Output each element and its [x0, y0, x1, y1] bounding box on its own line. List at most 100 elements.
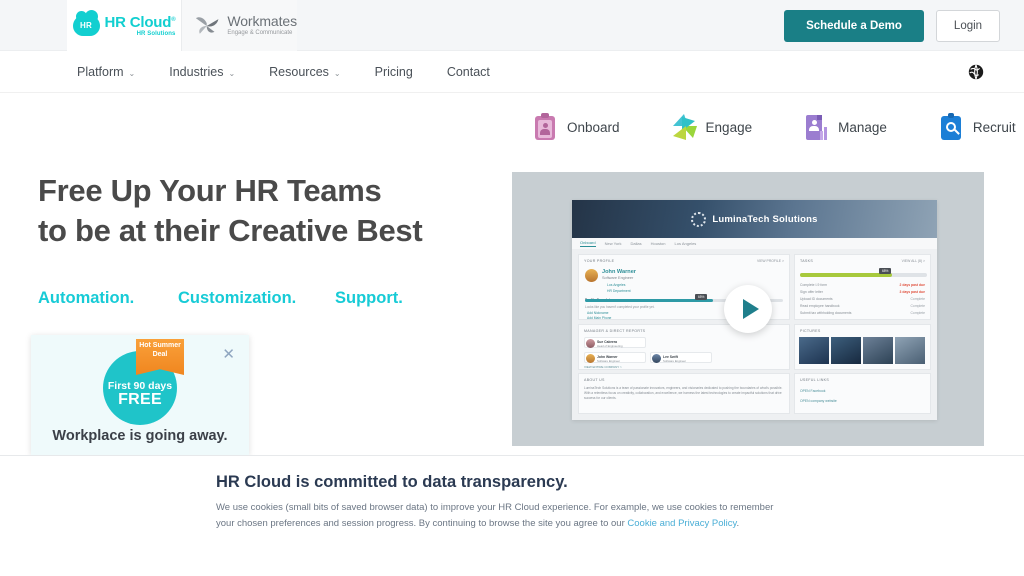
task-label: Complete I-9 form	[800, 283, 828, 287]
profile-department: HR Department	[607, 289, 631, 293]
feature-label-manage: Manage	[838, 119, 887, 135]
hero-tagline-list: Automation. Customization. Support.	[38, 289, 403, 308]
nav-label-resources: Resources	[269, 65, 329, 79]
workmates-logo[interactable]: Workmates Engage & Communicate	[182, 0, 297, 51]
picture-thumbnail[interactable]	[799, 337, 829, 364]
chevron-down-icon: ⌄	[333, 68, 341, 78]
hero-tag-support[interactable]: Support.	[335, 289, 403, 308]
feature-engage[interactable]: Engage	[671, 113, 753, 141]
completeness-value: 65%	[695, 294, 708, 300]
profile-location: Los Angeles	[607, 283, 626, 287]
top-bar: HR HR Cloud® HR Solutions Workmates Enga…	[0, 0, 1024, 51]
dashboard-tab-houston[interactable]: Houston	[651, 241, 666, 246]
avatar	[585, 269, 598, 282]
promo-card: ✕ First 90 days FREE Hot Summer Deal Wor…	[31, 335, 249, 455]
cookie-title: HR Cloud is committed to data transparen…	[216, 473, 568, 491]
picture-thumbnail[interactable]	[895, 337, 925, 364]
manage-document-icon	[803, 113, 829, 141]
chevron-down-icon: ⌄	[228, 68, 236, 78]
nav-item-contact[interactable]: Contact	[447, 65, 490, 79]
nav-label-industries: Industries	[169, 65, 224, 79]
hr-cloud-logo-sub: HR Solutions	[136, 30, 176, 37]
hero-headline-line2: to be at their Creative Best	[38, 212, 423, 248]
nav-item-resources[interactable]: Resources ⌄	[269, 65, 340, 79]
report-card[interactable]: Lee Swift Software Engineer	[650, 352, 712, 363]
feature-onboard[interactable]: Onboard	[532, 113, 620, 141]
company-logo-icon	[691, 211, 707, 227]
hero-headline-line1: Free Up Your HR Teams	[38, 173, 382, 208]
cookie-body: We use cookies (small bits of saved brow…	[216, 500, 794, 531]
profile-hint: Looks like you haven't completed your pr…	[585, 305, 655, 309]
task-label: Upload ID documents	[800, 297, 833, 301]
report-card[interactable]: John Warner Software Engineer	[584, 352, 646, 363]
task-label: Sign offer letter	[800, 290, 823, 294]
useful-link-item[interactable]: OPEN Facebook	[800, 389, 825, 393]
engage-pinwheel-icon	[671, 113, 697, 141]
task-status: Complete	[910, 311, 925, 315]
promo-headline: Workplace is going away.	[52, 428, 228, 444]
panel-about-us: ABOUT US LuminaTech Solutions is a team …	[578, 373, 790, 414]
trademark-mark: ®	[171, 16, 176, 23]
task-label: Read employee handbook	[800, 304, 840, 308]
play-icon[interactable]	[724, 285, 772, 333]
picture-thumbnail[interactable]	[831, 337, 861, 364]
cookie-body-end: .	[736, 517, 740, 529]
panel-header-managers: MANAGER & DIRECT REPORTS	[584, 329, 646, 333]
profile-name: John Warner	[602, 269, 636, 275]
feature-manage[interactable]: Manage	[803, 113, 887, 141]
report-role: Software Engineer	[663, 359, 687, 363]
hero-tag-automation[interactable]: Automation.	[38, 289, 178, 308]
feature-label-engage: Engage	[705, 119, 753, 135]
company-name: LuminaTech Solutions	[712, 213, 818, 225]
dashboard-tab-los-angeles[interactable]: Los Angeles	[675, 241, 697, 246]
profile-todo-phone[interactable]: Add Main Phone	[587, 316, 611, 320]
view-profile-link[interactable]: VIEW PROFILE >	[757, 259, 784, 263]
close-icon[interactable]: ✕	[222, 347, 235, 362]
task-status: 2 days past due	[899, 283, 925, 287]
panel-header-profile: YOUR PROFILE	[584, 259, 615, 263]
panel-header-about: ABOUT US	[584, 378, 605, 382]
dashboard-tab-onboard[interactable]: Onboard	[580, 240, 596, 247]
manager-name: Sue Cabrera	[597, 339, 617, 344]
panel-manager-direct-reports: MANAGER & DIRECT REPORTS Sue Cabrera Hea…	[578, 324, 790, 370]
hr-cloud-logo-name: HR Cloud®	[104, 13, 176, 31]
panel-pictures: PICTURES	[794, 324, 931, 370]
report-name: Lee Swift	[663, 354, 678, 359]
view-all-tasks-link[interactable]: VIEW ALL (8) >	[902, 259, 925, 263]
useful-link-item[interactable]: OPEN company website	[800, 399, 837, 403]
feature-recruit[interactable]: Recruit	[938, 113, 1016, 141]
dashboard-tab-dallas[interactable]: Dallas	[630, 241, 641, 246]
promo-ribbon-text: Hot Summer Deal	[139, 342, 181, 358]
login-button[interactable]: Login	[936, 10, 1000, 42]
hero-video-thumbnail[interactable]: LuminaTech Solutions Onboard New York Da…	[512, 172, 984, 446]
hero-tag-customization[interactable]: Customization.	[178, 289, 335, 308]
nav-label-pricing: Pricing	[374, 65, 413, 79]
schedule-demo-button[interactable]: Schedule a Demo	[784, 10, 924, 42]
dashboard-tabs: Onboard New York Dallas Houston Los Ange…	[572, 238, 937, 249]
nav-item-pricing[interactable]: Pricing	[375, 65, 413, 79]
view-entire-company-link[interactable]: VIEW ENTIRE COMPANY >	[584, 365, 622, 369]
completeness-bar	[585, 299, 713, 302]
hero-headline: Free Up Your HR Teams to be at their Cre…	[38, 171, 508, 251]
picture-thumbnail[interactable]	[863, 337, 893, 364]
report-role: Software Engineer	[597, 359, 621, 363]
feature-links: Onboard Engage Manage Recruit	[532, 113, 1016, 141]
profile-todo-nickname[interactable]: Add Nickname	[587, 311, 608, 315]
workmates-sub: Engage & Communicate	[227, 30, 293, 37]
nav-item-platform[interactable]: Platform ⌄	[77, 65, 135, 79]
manager-card[interactable]: Sue Cabrera Head of Engineering	[584, 337, 646, 348]
hr-cloud-badge-text: HR	[80, 21, 92, 30]
hr-cloud-logo[interactable]: HR HR Cloud® HR Solutions	[67, 0, 182, 51]
nav-item-industries[interactable]: Industries ⌄	[169, 65, 235, 79]
panel-header-pictures: PICTURES	[800, 329, 821, 333]
about-text: LuminaTech Solutions is a team of passio…	[584, 386, 783, 400]
nav-label-contact: Contact	[446, 65, 490, 79]
feature-label-onboard: Onboard	[567, 119, 620, 135]
cookie-policy-link[interactable]: Cookie and Privacy Policy	[627, 518, 736, 529]
nav-items: Platform ⌄ Industries ⌄ Resources ⌄ Pric…	[77, 51, 490, 93]
cookie-consent-banner: HR Cloud is committed to data transparen…	[0, 455, 1024, 576]
dashboard-company-banner: LuminaTech Solutions	[572, 200, 937, 238]
hr-cloud-badge-icon: HR	[72, 10, 100, 36]
globe-icon[interactable]	[967, 63, 985, 81]
dashboard-tab-new-york[interactable]: New York	[605, 241, 622, 246]
